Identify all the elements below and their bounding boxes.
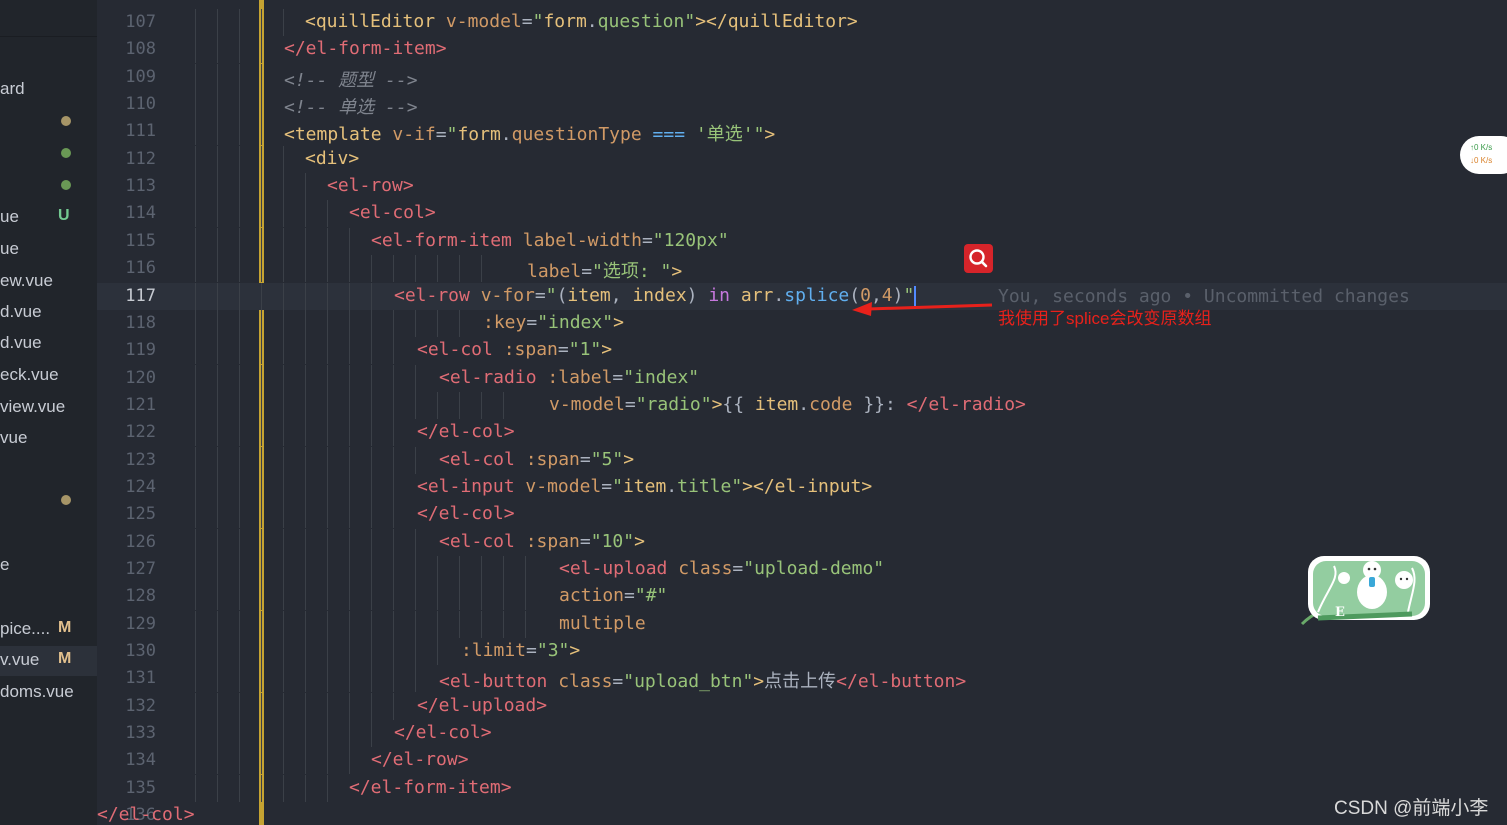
search-icon <box>969 249 988 268</box>
csdn-watermark: CSDN @前端小李 <box>1334 798 1489 819</box>
network-speed-widget[interactable]: ↑0 K/s ↓0 K/s <box>1460 136 1507 174</box>
svg-text:E: E <box>1335 605 1345 620</box>
download-speed: ↓0 K/s <box>1470 156 1493 165</box>
upload-speed: ↑0 K/s <box>1470 143 1493 152</box>
mascot-sticker-icon: E <box>1300 556 1430 626</box>
mascot-sticker[interactable]: E <box>1300 548 1432 628</box>
vscode-window: ard ue Uue ew.vue d.vue d.vue eck.vue view.vue v… <box>0 0 1507 825</box>
red-annotation-arrow <box>852 302 993 316</box>
search-button[interactable] <box>964 244 993 273</box>
